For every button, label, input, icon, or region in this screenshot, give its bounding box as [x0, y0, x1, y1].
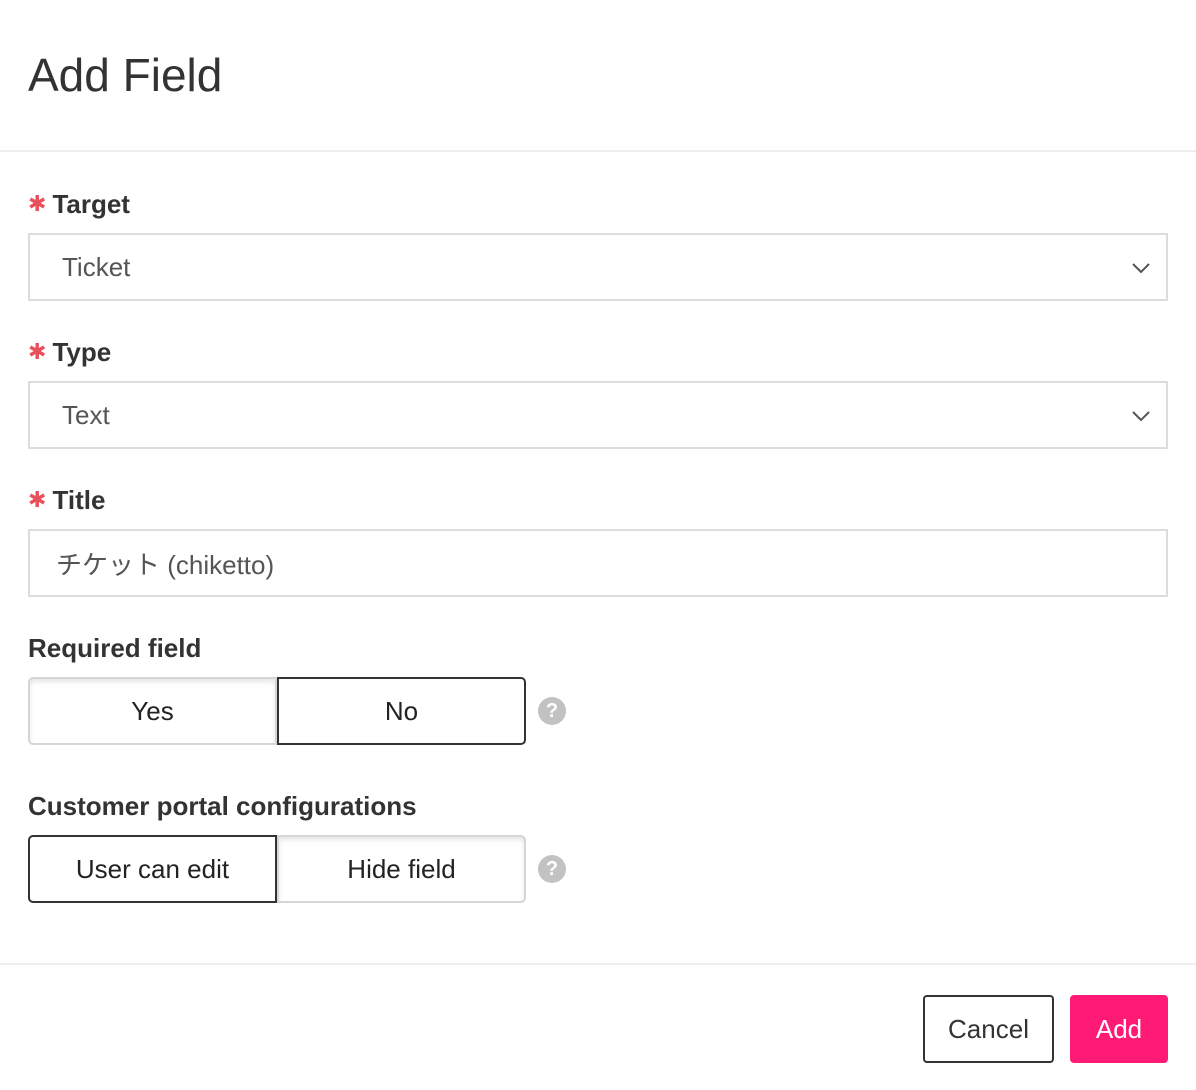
footer-divider	[0, 963, 1196, 965]
target-label: ✱ Target	[28, 188, 130, 222]
portal-config-toggle: User can edit Hide field	[28, 835, 526, 903]
asterisk-icon: ✱	[28, 339, 47, 364]
type-label: ✱ Type	[28, 336, 111, 370]
type-select-value: Text	[62, 399, 110, 430]
help-circle-icon[interactable]: ?	[538, 855, 566, 883]
dialog-title: Add Field	[28, 49, 223, 101]
required-yes-button[interactable]: Yes	[28, 677, 277, 745]
target-select-value: Ticket	[62, 251, 131, 282]
title-label: ✱ Title	[28, 484, 105, 518]
required-field-label: Required field	[28, 633, 202, 663]
required-no-button[interactable]: No	[277, 677, 526, 745]
title-input[interactable]: チケット (chiketto)	[28, 529, 1168, 597]
help-circle-icon[interactable]: ?	[538, 697, 566, 725]
asterisk-icon: ✱	[28, 191, 47, 216]
required-field-toggle: Yes No	[28, 677, 526, 745]
add-field-dialog: Add Field ✱ Target Ticket ✱ Type Text ✱ Tit…	[0, 0, 1196, 1090]
add-button[interactable]: Add	[1070, 995, 1168, 1063]
hide-field-button[interactable]: Hide field	[277, 835, 526, 903]
type-select[interactable]: Text	[28, 381, 1168, 449]
asterisk-icon: ✱	[28, 487, 47, 512]
dialog-header: Add Field	[0, 0, 1196, 152]
title-label-text: Title	[52, 485, 106, 515]
chevron-down-icon	[1132, 411, 1150, 422]
target-label-text: Target	[52, 189, 130, 219]
chevron-down-icon	[1132, 263, 1150, 274]
title-input-value: チケット (chiketto)	[56, 549, 275, 580]
type-label-text: Type	[52, 337, 112, 367]
target-select[interactable]: Ticket	[28, 233, 1168, 301]
user-can-edit-button[interactable]: User can edit	[28, 835, 277, 903]
cancel-button[interactable]: Cancel	[923, 995, 1054, 1063]
portal-config-label: Customer portal configurations	[28, 791, 417, 821]
